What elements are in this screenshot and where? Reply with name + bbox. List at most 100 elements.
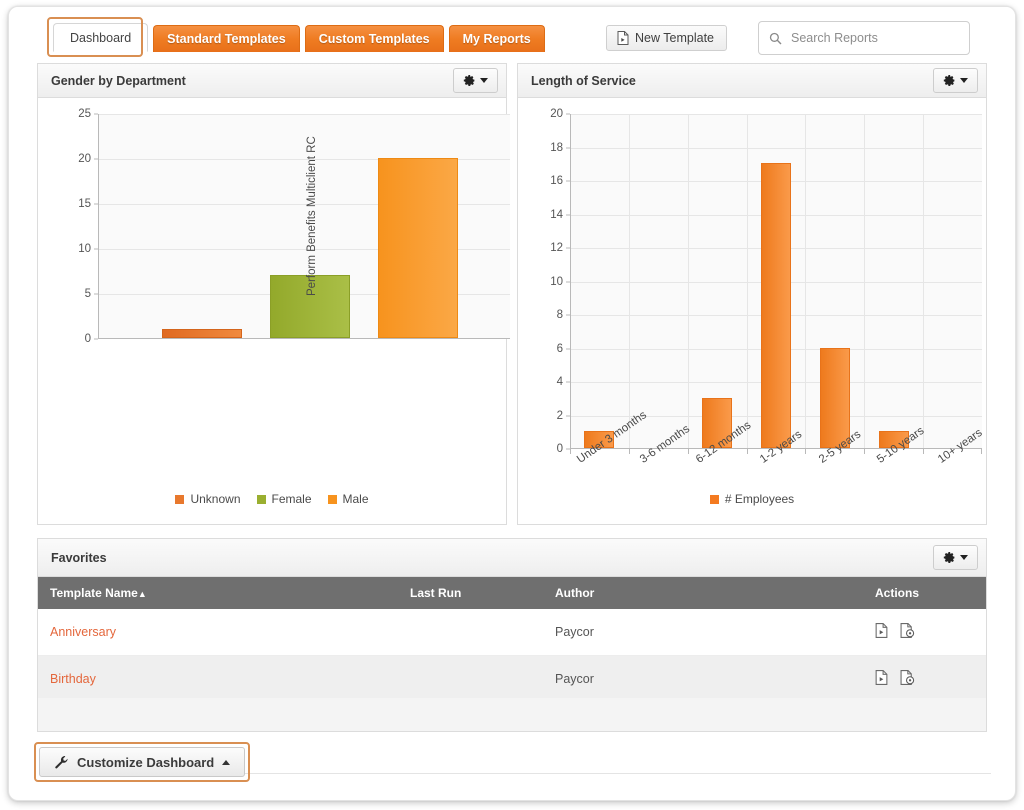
new-document-icon [617, 31, 629, 45]
legend-item-unknown: Unknown [175, 492, 241, 506]
legend-swatch-female [256, 494, 266, 504]
chevron-down-icon [480, 78, 488, 83]
gear-icon [943, 74, 956, 87]
ytick-label-18: 18 [550, 141, 563, 154]
schedule-report-icon[interactable] [900, 623, 915, 641]
xtick-mark-4 [805, 449, 807, 454]
column-header-template-name[interactable]: Template Name▲ [38, 577, 398, 609]
ytick-label-6: 6 [556, 342, 563, 355]
tab-standard-templates[interactable]: Standard Templates [153, 25, 300, 52]
gender-panel-gear-button[interactable] [453, 68, 498, 93]
search-input[interactable] [789, 30, 959, 46]
ytick-label-15: 15 [78, 198, 91, 210]
favorites-table: Template Name▲ Last Run Author Actions A… [38, 577, 986, 703]
legend-swatch-male [327, 494, 337, 504]
customize-dashboard-highlight: Customize Dashboard [34, 742, 251, 782]
service-panel-gear-button[interactable] [933, 68, 978, 93]
panel-gender-by-department: Gender by Department 25 20 15 10 5 0 Per… [37, 63, 510, 525]
ytick-mark-8 [566, 314, 570, 316]
legend-label-male: Male [342, 492, 369, 506]
gender-y-axis [98, 114, 99, 339]
favorites-table-body: Anniversary Paycor Birthday Paycor [38, 609, 986, 703]
panel-header-favorites: Favorites [38, 539, 986, 577]
customize-dashboard-button[interactable]: Customize Dashboard [39, 747, 246, 777]
service-y-axis [570, 114, 571, 449]
run-report-icon[interactable] [875, 670, 888, 688]
column-header-author[interactable]: Author [543, 577, 863, 609]
search-icon [769, 32, 782, 45]
chevron-down-icon [960, 78, 968, 83]
panel-title-favorites: Favorites [51, 550, 107, 565]
legend-label-unknown: Unknown [190, 492, 241, 506]
xtick-mark-1 [628, 449, 630, 454]
ytick-label-14: 14 [550, 208, 563, 221]
cell-last-run [398, 609, 543, 656]
ytick-mark-20 [94, 158, 98, 160]
ytick-mark-0 [94, 338, 98, 340]
new-template-button[interactable]: New Template [606, 25, 727, 51]
xtick-mark-2 [687, 449, 689, 454]
tab-dashboard[interactable]: Dashboard [53, 23, 149, 52]
column-header-actions: Actions [863, 577, 986, 609]
customize-dashboard-label: Customize Dashboard [77, 754, 215, 770]
xtick-mark-0 [570, 449, 571, 454]
chart-gender-by-department: 25 20 15 10 5 0 Perform Benefits Multicl… [38, 98, 510, 524]
cell-last-run [398, 655, 543, 703]
gender-plot-area: 25 20 15 10 5 0 Perform Benefits Multicl… [78, 108, 510, 345]
tab-custom-templates[interactable]: Custom Templates [304, 25, 444, 52]
panel-favorites: Favorites Template Name▲ Last Run Author… [37, 538, 987, 703]
chevron-up-icon [222, 759, 231, 765]
ytick-mark-12 [566, 247, 570, 249]
cell-author: Paycor [543, 655, 863, 703]
cell-actions [863, 655, 986, 703]
ytick-mark-14 [566, 214, 570, 215]
ytick-label-12: 12 [550, 242, 563, 254]
column-label-author: Author [555, 586, 595, 600]
ytick-label-8: 8 [556, 309, 563, 321]
cell-actions [863, 609, 986, 656]
tab-my-reports[interactable]: My Reports [448, 25, 545, 52]
ytick-mark-15 [94, 203, 98, 205]
ytick-label-5: 5 [84, 288, 91, 300]
service-plot-area: 20 18 16 14 12 10 8 6 4 2 0 Under 3 mont… [550, 108, 984, 466]
run-report-icon[interactable] [875, 623, 888, 641]
template-link-anniversary[interactable]: Anniversary [50, 625, 116, 639]
favorites-table-head: Template Name▲ Last Run Author Actions [38, 577, 986, 609]
screenshot-root: Dashboard Standard Templates Custom Temp… [0, 0, 1024, 810]
xtick-mark-7 [981, 449, 982, 454]
vgridline-1 [628, 114, 630, 449]
table-row: Birthday Paycor [38, 655, 986, 703]
table-header-row: Template Name▲ Last Run Author Actions [38, 577, 986, 609]
column-label-template-name: Template Name [50, 586, 138, 600]
vgridline-2 [687, 114, 689, 449]
ytick-label-20: 20 [550, 108, 563, 120]
legend-item-male: Male [327, 492, 369, 506]
vgridline-3 [746, 114, 748, 449]
gridline-25 [98, 114, 510, 115]
legend-item-employees: # Employees [709, 492, 795, 506]
ytick-label-16: 16 [550, 175, 563, 187]
panel-length-of-service: Length of Service 20 18 16 14 12 10 8 6 … [517, 63, 987, 525]
column-header-last-run[interactable]: Last Run [398, 577, 543, 609]
table-row: Anniversary Paycor [38, 609, 986, 656]
panel-header-gender: Gender by Department [38, 64, 506, 98]
schedule-report-icon[interactable] [900, 670, 915, 688]
ytick-mark-2 [566, 415, 570, 416]
ytick-mark-6 [566, 348, 570, 349]
legend-swatch-employees [709, 494, 719, 504]
favorites-panel-gear-button[interactable] [933, 545, 978, 570]
xtick-mark-6 [923, 449, 925, 454]
ytick-mark-5 [94, 293, 98, 295]
legend-label-employees: # Employees [724, 492, 795, 506]
template-link-birthday[interactable]: Birthday [50, 672, 96, 686]
cell-template-name: Birthday [38, 655, 398, 703]
ytick-mark-10 [566, 281, 570, 282]
ytick-mark-25 [94, 113, 98, 115]
search-reports-box[interactable] [758, 21, 970, 55]
ytick-mark-16 [566, 180, 570, 182]
xtick-label-perform-benefits: Perform Benefits Multiclient RC [306, 136, 318, 296]
panel-header-service: Length of Service [518, 64, 986, 98]
bar-2-5-years [819, 347, 850, 448]
panel-title-gender: Gender by Department [51, 73, 186, 88]
new-template-label: New Template [635, 31, 714, 45]
